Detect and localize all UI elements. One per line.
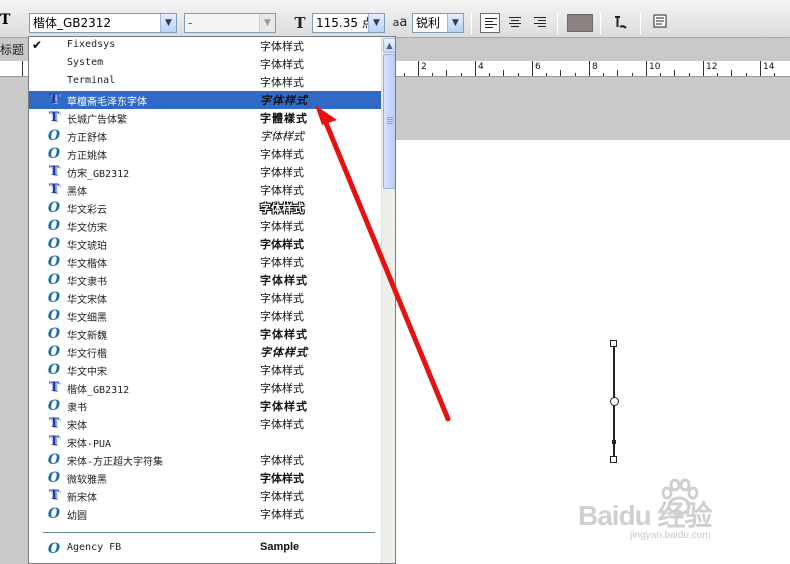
annotation-arrow-head	[315, 105, 337, 125]
annotation-arrow-shaft	[321, 115, 451, 422]
annotation-arrow	[315, 105, 451, 422]
